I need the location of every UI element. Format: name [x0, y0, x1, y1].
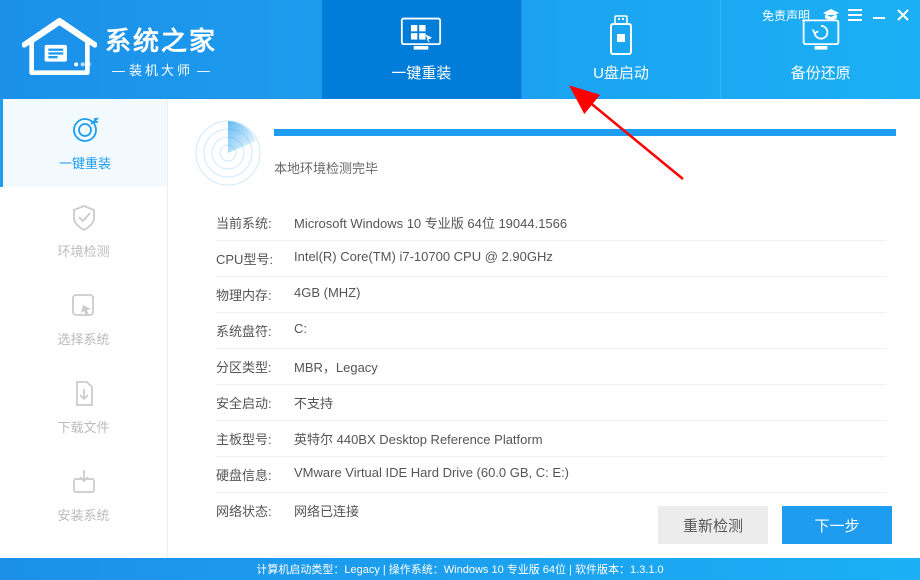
target-icon	[70, 115, 100, 145]
info-value: VMware Virtual IDE Hard Drive (60.0 GB, …	[294, 465, 886, 484]
info-label: 分区类型:	[216, 357, 294, 376]
tab-reinstall[interactable]: 一键重装	[322, 0, 522, 99]
shield-check-icon	[69, 203, 99, 233]
progress-bar	[274, 129, 896, 136]
cursor-box-icon	[69, 291, 99, 321]
sidebar-item-reinstall[interactable]: 一键重装	[0, 99, 167, 187]
next-button[interactable]: 下一步	[782, 506, 892, 544]
sidebar: 一键重装 环境检测 选择系统 下载文件 安装系统	[0, 99, 168, 558]
sidebar-item-label: 选择系统	[57, 329, 109, 348]
info-value: Intel(R) Core(TM) i7-10700 CPU @ 2.90GHz	[294, 249, 886, 268]
redetect-button[interactable]: 重新检测	[658, 506, 768, 544]
sidebar-item-label: 一键重装	[59, 153, 111, 172]
info-label: 网络状态:	[216, 501, 294, 520]
titlebar-buttons: 免责声明	[762, 6, 912, 24]
info-value: 不支持	[294, 393, 886, 412]
app-logo-icon	[22, 17, 97, 82]
button-row: 重新检测 下一步	[658, 506, 892, 544]
sidebar-item-detect[interactable]: 环境检测	[0, 187, 167, 275]
radar-icon	[192, 117, 264, 189]
status-text: 计算机启动类型：Legacy | 操作系统：Windows 10 专业版 64位…	[256, 561, 663, 577]
info-label: 系统盘符:	[216, 321, 294, 340]
disclaimer-link[interactable]: 免责声明	[762, 7, 810, 24]
info-value: C:	[294, 321, 886, 340]
info-list: 当前系统: Microsoft Windows 10 专业版 64位 19044…	[192, 205, 896, 528]
detect-status: 本地环境检测完毕	[274, 158, 896, 177]
sidebar-item-label: 安装系统	[57, 505, 109, 524]
tab-reinstall-label: 一键重装	[391, 62, 451, 83]
sidebar-item-select[interactable]: 选择系统	[0, 275, 167, 363]
info-row-motherboard: 主板型号: 英特尔 440BX Desktop Reference Platfo…	[216, 421, 886, 457]
info-row-disk: 系统盘符: C:	[216, 313, 886, 349]
app-title: 系统之家	[105, 21, 217, 58]
app-subtitle: 装机大师	[105, 60, 217, 79]
info-row-secureboot: 安全启动: 不支持	[216, 385, 886, 421]
logo-text: 系统之家 装机大师	[105, 21, 217, 79]
graduation-icon[interactable]	[822, 6, 840, 24]
close-icon[interactable]	[894, 6, 912, 24]
info-row-hdd: 硬盘信息: VMware Virtual IDE Hard Drive (60.…	[216, 457, 886, 493]
detect-header: 本地环境检测完毕	[192, 117, 896, 189]
header: 系统之家 装机大师 一键重装	[0, 0, 920, 99]
install-box-icon	[69, 467, 99, 497]
body: 一键重装 环境检测 选择系统 下载文件 安装系统	[0, 99, 920, 558]
info-value: Microsoft Windows 10 专业版 64位 19044.1566	[294, 213, 886, 232]
sidebar-item-label: 下载文件	[57, 417, 109, 436]
info-value: 4GB (MHZ)	[294, 285, 886, 304]
info-label: 主板型号:	[216, 429, 294, 448]
info-label: 当前系统:	[216, 213, 294, 232]
info-value: MBR，Legacy	[294, 357, 886, 376]
tab-usb-boot[interactable]: U盘启动	[522, 0, 722, 99]
info-value: 英特尔 440BX Desktop Reference Platform	[294, 429, 886, 448]
sidebar-item-download[interactable]: 下载文件	[0, 363, 167, 451]
info-label: 物理内存:	[216, 285, 294, 304]
minimize-icon[interactable]	[870, 6, 888, 24]
info-label: 安全启动:	[216, 393, 294, 412]
statusbar: 计算机启动类型：Legacy | 操作系统：Windows 10 专业版 64位…	[0, 558, 920, 580]
progress-area: 本地环境检测完毕	[274, 129, 896, 177]
info-row-cpu: CPU型号: Intel(R) Core(TM) i7-10700 CPU @ …	[216, 241, 886, 277]
sidebar-item-label: 环境检测	[57, 241, 109, 260]
info-row-partition: 分区类型: MBR，Legacy	[216, 349, 886, 385]
usb-drive-icon	[600, 16, 642, 54]
main-panel: 本地环境检测完毕 当前系统: Microsoft Windows 10 专业版 …	[168, 99, 920, 558]
menu-icon[interactable]	[846, 6, 864, 24]
tab-usb-boot-label: U盘启动	[593, 62, 649, 83]
logo-area: 系统之家 装机大师	[0, 0, 322, 99]
info-label: CPU型号:	[216, 249, 294, 268]
download-file-icon	[69, 379, 99, 409]
monitor-icon	[400, 16, 442, 54]
tab-backup-label: 备份还原	[791, 62, 851, 83]
info-label: 硬盘信息:	[216, 465, 294, 484]
sidebar-item-install[interactable]: 安装系统	[0, 451, 167, 539]
info-row-memory: 物理内存: 4GB (MHZ)	[216, 277, 886, 313]
info-row-os: 当前系统: Microsoft Windows 10 专业版 64位 19044…	[216, 205, 886, 241]
